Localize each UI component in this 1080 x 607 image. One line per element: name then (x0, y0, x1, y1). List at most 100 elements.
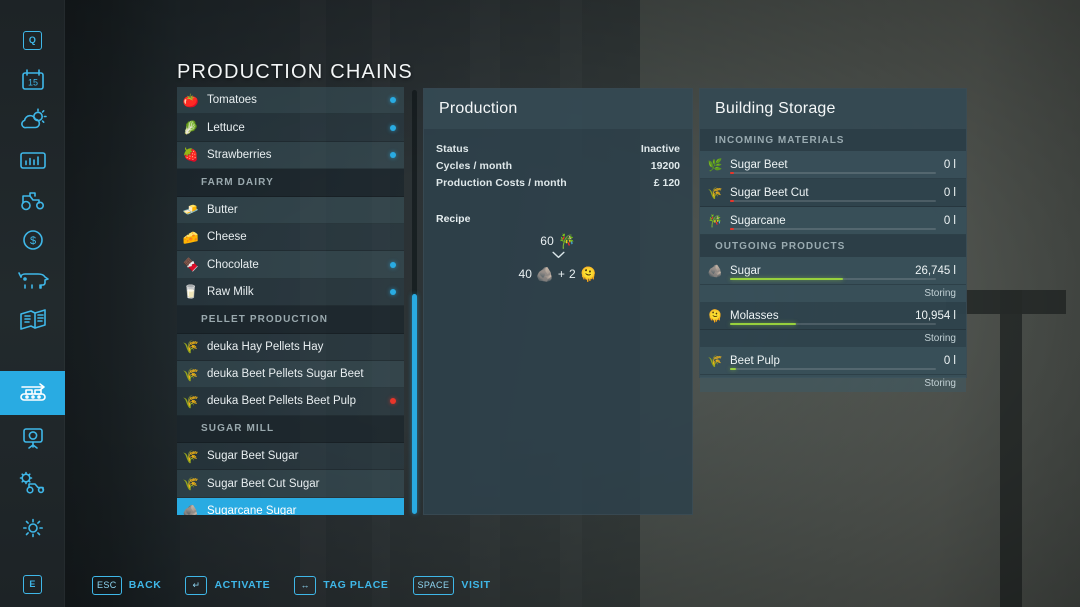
list-item[interactable]: 🥛Raw Milk (177, 279, 404, 306)
sidebar-item-statistics[interactable] (0, 138, 65, 182)
help-item[interactable]: ESC BACK (92, 576, 161, 595)
sugar-icon: 🌾 (182, 475, 200, 493)
sidebar-item-animals[interactable] (0, 258, 65, 302)
sidebar-item-production[interactable] (0, 371, 65, 415)
sidebar-item-vehicles[interactable] (0, 178, 65, 222)
list-item-label: Strawberries (207, 149, 390, 161)
list-item[interactable]: 🍅Tomatoes (177, 87, 404, 114)
butter-icon: 🧈 (182, 201, 200, 219)
incoming-materials-header: INCOMING MATERIALS (700, 129, 966, 151)
strawberry-icon: 🍓 (182, 146, 200, 164)
sugarcane-icon: 🎋 (706, 212, 724, 230)
status-dot-active (390, 262, 396, 268)
sidebar-rail: Q 15 $ (0, 0, 65, 607)
sidebar-item-settings-game[interactable] (0, 461, 65, 505)
map-overview-icon (18, 425, 48, 451)
storage-item-name: Sugar Beet (730, 159, 944, 171)
list-item-label: Butter (207, 204, 396, 216)
storage-status-label: Storing (700, 375, 966, 392)
list-item[interactable]: 🌾deuka Beet Pellets Beet Pulp (177, 388, 404, 415)
sidebar-item-map-overview[interactable] (0, 416, 65, 460)
contracts-icon (17, 307, 49, 333)
list-item-label: deuka Beet Pellets Beet Pulp (207, 395, 390, 407)
production-panel: Production Status Inactive Cycles / mont… (423, 88, 693, 515)
key-q-icon: Q (23, 31, 42, 50)
production-chain-list[interactable]: 🍅Tomatoes🥬Lettuce🍓StrawberriesFARM DAIRY… (177, 87, 404, 515)
list-item[interactable]: 🍓 Strawberries (177, 142, 404, 169)
sidebar-item-key-q[interactable]: Q (0, 18, 65, 62)
svg-text:15: 15 (27, 78, 37, 88)
list-item[interactable]: 🌾deuka Hay Pellets Hay (177, 334, 404, 361)
key-q-label: Q (29, 35, 36, 45)
sidebar-item-weather[interactable] (0, 98, 65, 142)
help-item[interactable]: ↵ACTIVATE (185, 576, 270, 595)
incoming-materials-list: 🌿Sugar Beet0 l🌾Sugar Beet Cut0 l🎋Sugarca… (700, 151, 966, 235)
help-item[interactable]: SPACEVISIT (413, 576, 491, 595)
sidebar-item-contracts[interactable] (0, 298, 65, 342)
molasses-icon: 🫠 (580, 267, 598, 281)
list-item-label: deuka Hay Pellets Hay (207, 341, 396, 353)
list-item-label: deuka Beet Pellets Sugar Beet (207, 368, 396, 380)
storage-row: 🎋Sugarcane0 l (700, 207, 966, 235)
list-category-header: SUGAR MILL (177, 416, 404, 443)
arrows-key: ↔ (294, 576, 316, 595)
detail-label: Cycles / month (436, 160, 512, 172)
storage-item-amount: 0 l (944, 355, 956, 367)
sugarcane-sugar-icon: 🪨 (182, 502, 200, 515)
storage-row: 🪨Sugar26,745 l (700, 257, 966, 285)
chocolate-icon: 🍫 (182, 256, 200, 274)
storage-row: 🌾 Beet Pulp0 l (700, 347, 966, 375)
sidebar-item-settings[interactable] (0, 506, 65, 550)
building-storage-panel: Building Storage INCOMING MATERIALS 🌿Sug… (699, 88, 967, 378)
esc-key: ESC (92, 576, 122, 595)
list-item[interactable]: 🥬Lettuce (177, 114, 404, 141)
production-panel-title: Production (424, 89, 692, 129)
chevron-down-icon (552, 251, 565, 259)
lettuce-icon: 🥬 (182, 119, 200, 137)
help-item[interactable]: ↔TAG PLACE (294, 576, 388, 595)
detail-value: £ 120 (654, 177, 680, 189)
list-item[interactable]: 🧈 Butter (177, 197, 404, 224)
list-scrollbar-thumb[interactable] (412, 294, 417, 514)
production-icon (17, 380, 49, 406)
sidebar-item-calendar[interactable]: 15 (0, 58, 65, 102)
settings-game-icon (17, 470, 49, 496)
list-item-label: Tomatoes (207, 94, 390, 106)
list-item[interactable]: 🌾Sugar Beet Cut Sugar (177, 470, 404, 497)
beet-pulp-icon: 🌾 (706, 352, 724, 370)
recipe-output-line: 40 🪨 + 2 🫠 (424, 267, 692, 281)
production-detail-row: Production Costs / month £ 120 (424, 174, 692, 191)
list-item[interactable]: 🌾deuka Beet Pellets Sugar Beet (177, 361, 404, 388)
recipe-body: 60 🎋 40 🪨 + 2 🫠 (424, 234, 692, 281)
list-item-selected[interactable]: 🪨Sugarcane Sugar (177, 498, 404, 515)
cheese-icon: 🧀 (182, 228, 200, 246)
enter-key: ↵ (185, 576, 207, 595)
storage-fill-bar-value (730, 368, 736, 371)
list-item[interactable]: 🧀 Cheese (177, 224, 404, 251)
list-item-label: Sugar Beet Sugar (207, 450, 396, 462)
storage-fill-bar-value (730, 172, 734, 175)
storage-fill-bar-value (730, 200, 734, 203)
list-item-label: Cheese (207, 231, 396, 243)
status-dot-active (390, 152, 396, 158)
recipe-input-line: 60 🎋 (424, 234, 692, 248)
recipe-output-prefix-2: + (558, 267, 565, 281)
vehicles-icon (17, 187, 49, 213)
storage-fill-bar (730, 228, 936, 231)
storage-fill-bar (730, 200, 936, 203)
list-item[interactable]: 🍫Chocolate (177, 251, 404, 278)
sidebar-item-finances[interactable]: $ (0, 218, 65, 262)
sidebar-item-key-e[interactable]: E (0, 562, 65, 606)
molasses-icon: 🫠 (706, 307, 724, 325)
help-item-label: BACK (129, 579, 162, 591)
animals-icon (16, 268, 50, 292)
storage-item-name: Beet Pulp (730, 355, 944, 367)
list-scrollbar-track[interactable] (412, 90, 417, 514)
sugar-icon: 🪨 (706, 262, 724, 280)
detail-label: Production Costs / month (436, 177, 567, 189)
recipe-output-amount-2: 2 (569, 267, 576, 281)
detail-value: 19200 (651, 160, 680, 172)
list-item[interactable]: 🌾Sugar Beet Sugar (177, 443, 404, 470)
storage-item-amount: 0 l (944, 187, 956, 199)
milk-icon: 🥛 (182, 283, 200, 301)
